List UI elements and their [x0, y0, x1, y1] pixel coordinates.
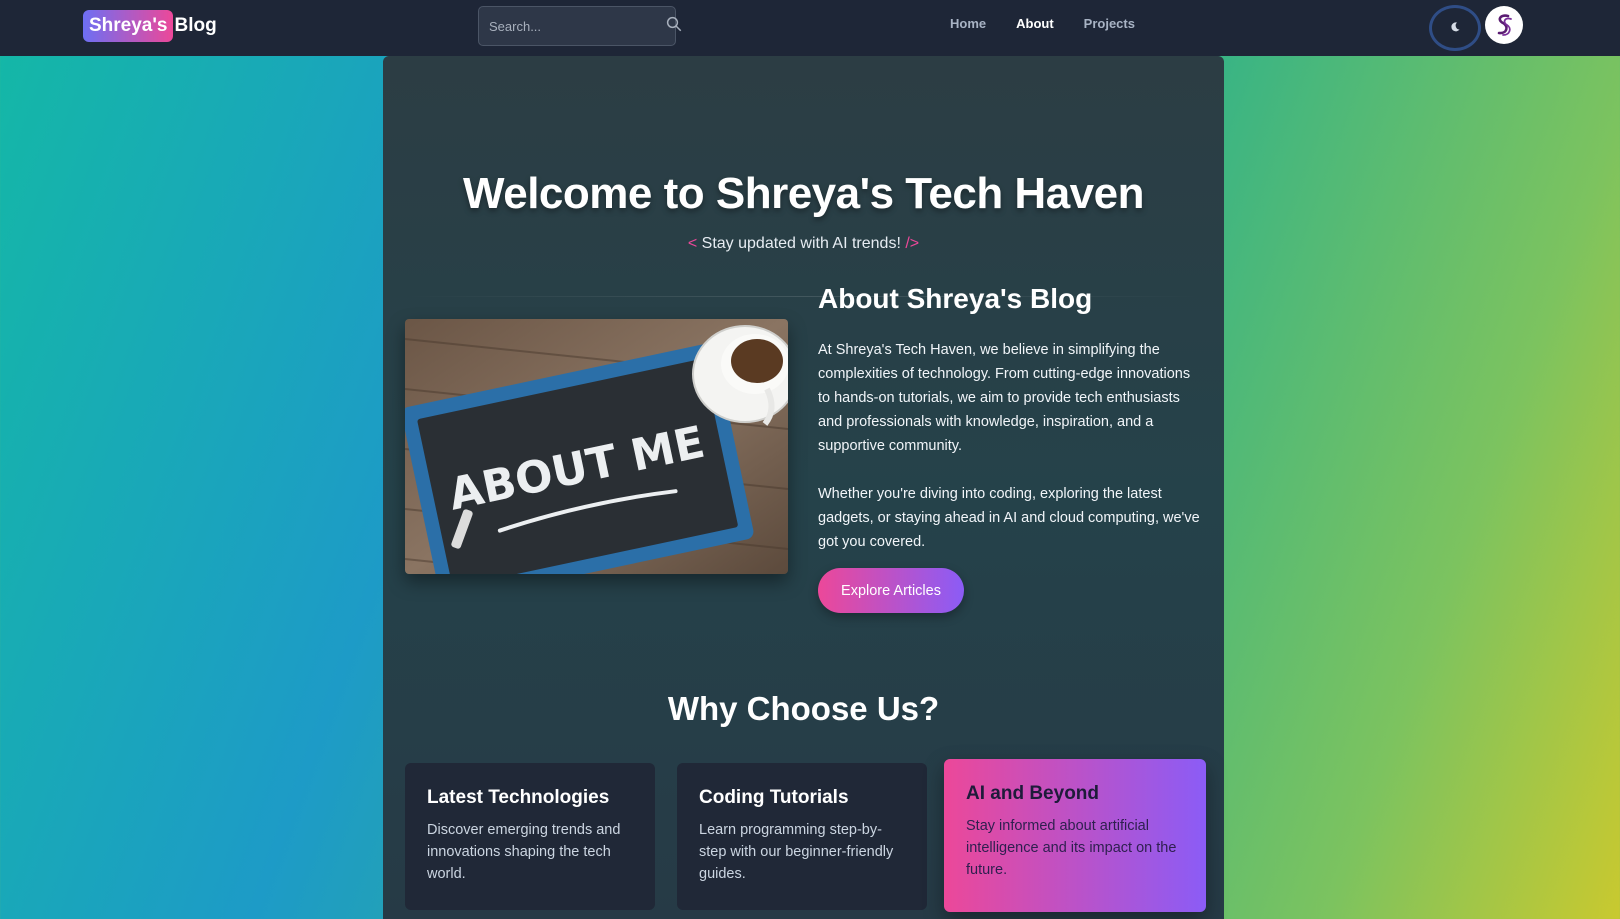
why-choose-us-heading: Why Choose Us?	[667, 690, 940, 727]
theme-toggle-button[interactable]	[1429, 5, 1481, 51]
about-paragraph-2: Whether you're diving into coding, explo…	[818, 486, 1200, 550]
feature-card-latest-technologies[interactable]: Latest Technologies Discover emerging tr…	[405, 763, 655, 910]
about-paragraph-1: At Shreya's Tech Haven, we believe in si…	[818, 342, 1191, 454]
logo-text: Blog	[174, 15, 217, 36]
search-icon[interactable]	[665, 15, 683, 38]
search-input[interactable]	[489, 18, 665, 34]
feature-card-title: Coding Tutorials	[699, 787, 849, 808]
explore-articles-button[interactable]: Explore Articles	[818, 568, 964, 613]
moon-icon	[1449, 21, 1461, 36]
nav-link-about[interactable]: About	[1016, 16, 1054, 31]
feature-card-title: AI and Beyond	[966, 783, 1100, 804]
about-me-image: ABOUT ME	[405, 319, 788, 574]
avatar[interactable]	[1485, 6, 1523, 44]
nav-link-projects[interactable]: Projects	[1084, 16, 1135, 31]
feature-card-text: Stay informed about artificial intellige…	[966, 818, 1177, 878]
hero-title: Welcome to Shreya's Tech Haven	[463, 169, 1145, 218]
ss-monogram-icon	[1488, 9, 1520, 41]
about-heading: About Shreya's Blog	[818, 283, 1093, 314]
feature-card-text: Learn programming step-by-step with our …	[699, 822, 894, 882]
navbar: Shreya's Blog Home About Projects	[0, 0, 1620, 56]
feature-card-coding-tutorials[interactable]: Coding Tutorials Learn programming step-…	[677, 763, 927, 910]
subtitle-close-tag: />	[905, 235, 920, 252]
feature-card-text: Discover emerging trends and innovations…	[427, 822, 621, 882]
subtitle-text: Stay updated with AI trends!	[701, 235, 901, 252]
nav-links: Home About Projects	[950, 16, 1165, 31]
search-box	[478, 6, 682, 46]
site-logo[interactable]: Shreya's Blog	[83, 10, 217, 42]
nav-link-home[interactable]: Home	[950, 16, 986, 31]
main-card: Welcome to Shreya's Tech Haven < Stay up…	[383, 56, 1224, 919]
logo-badge: Shreya's	[83, 10, 174, 42]
hero-subtitle: < Stay updated with AI trends! />	[383, 235, 1224, 253]
feature-card-ai-and-beyond[interactable]: AI and Beyond Stay informed about artifi…	[944, 759, 1206, 912]
subtitle-open-tag: <	[687, 235, 698, 252]
feature-card-title: Latest Technologies	[427, 787, 610, 808]
